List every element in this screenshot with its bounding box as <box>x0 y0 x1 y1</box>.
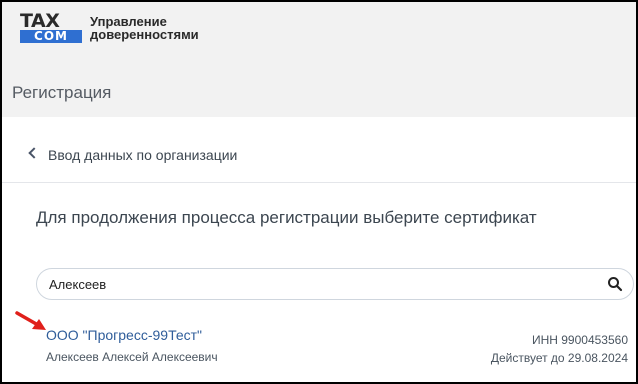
page-title: Регистрация <box>12 83 112 102</box>
logo-top-text: TAX <box>20 10 60 32</box>
search-input[interactable]: Алексеев <box>36 268 634 300</box>
section-heading: Для продолжения процесса регистрации выб… <box>36 208 537 227</box>
certificate-list-item[interactable]: ООО "Прогресс-99Тест" Алексеев Алексей А… <box>2 320 636 382</box>
certificate-owner-name: Алексеев Алексей Алексеевич <box>46 350 218 364</box>
certificate-valid-until: Действует до 29.08.2024 <box>490 351 628 365</box>
certificate-org-name[interactable]: ООО "Прогресс-99Тест" <box>46 327 202 343</box>
service-name-line2: доверенностями <box>90 27 199 42</box>
search-input-value: Алексеев <box>49 277 107 292</box>
service-name: Управление доверенностями <box>90 15 230 41</box>
chevron-left-icon <box>28 147 40 159</box>
annotation-arrow-icon <box>15 311 46 330</box>
header: TAX COM Управление доверенностями Регист… <box>2 2 636 117</box>
taxcom-logo[interactable]: TAX COM <box>20 10 84 43</box>
back-link-label: Ввод данных по организации <box>48 147 238 163</box>
back-link[interactable]: Ввод данных по организации <box>2 117 636 183</box>
search-icon[interactable] <box>607 276 623 292</box>
certificate-inn: ИНН 9900453560 <box>531 333 628 347</box>
app-frame: TAX COM Управление доверенностями Регист… <box>0 0 638 384</box>
